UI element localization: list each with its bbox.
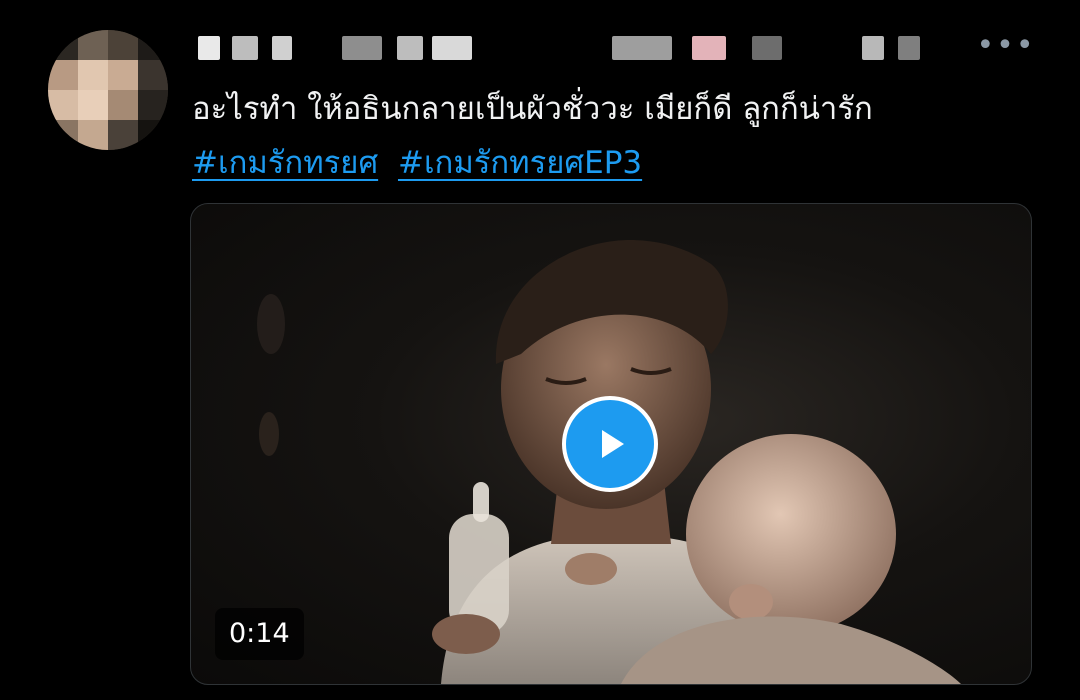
author-name-redacted-segment	[342, 36, 382, 60]
timestamp-redacted[interactable]	[862, 36, 884, 60]
tweet[interactable]: ••• อะไรทำ ให้อธินกลายเป็นผัวชั่ววะ เมีย…	[0, 0, 1080, 700]
video-duration-badge: 0:14	[215, 608, 304, 660]
author-name-redacted-segment	[397, 36, 423, 60]
tweet-text: อะไรทำ ให้อธินกลายเป็นผัวชั่ววะ เมียก็ดี…	[192, 91, 873, 127]
hashtag-link[interactable]: #เกมรักทรยศEP3	[398, 145, 642, 181]
more-horizontal-icon: •••	[976, 28, 1036, 63]
play-button[interactable]	[562, 396, 658, 492]
author-name-redacted[interactable]	[198, 36, 220, 60]
tweet-header	[192, 26, 952, 78]
author-name-redacted-segment	[272, 36, 292, 60]
video-player[interactable]: 0:14	[190, 203, 1032, 685]
hashtag-link[interactable]: #เกมรักทรยศ	[192, 145, 378, 181]
hashtag-list: #เกมรักทรยศ #เกมรักทรยศEP3	[192, 140, 1052, 186]
author-name-redacted-segment	[432, 36, 472, 60]
play-icon	[602, 430, 624, 458]
timestamp-redacted-segment	[898, 36, 920, 60]
avatar[interactable]	[48, 30, 168, 150]
more-options-button[interactable]: •••	[976, 31, 1033, 61]
author-handle-redacted-segment	[752, 36, 782, 60]
author-handle-redacted[interactable]	[612, 36, 672, 60]
author-name-redacted-segment	[232, 36, 258, 60]
author-handle-redacted-segment	[692, 36, 726, 60]
